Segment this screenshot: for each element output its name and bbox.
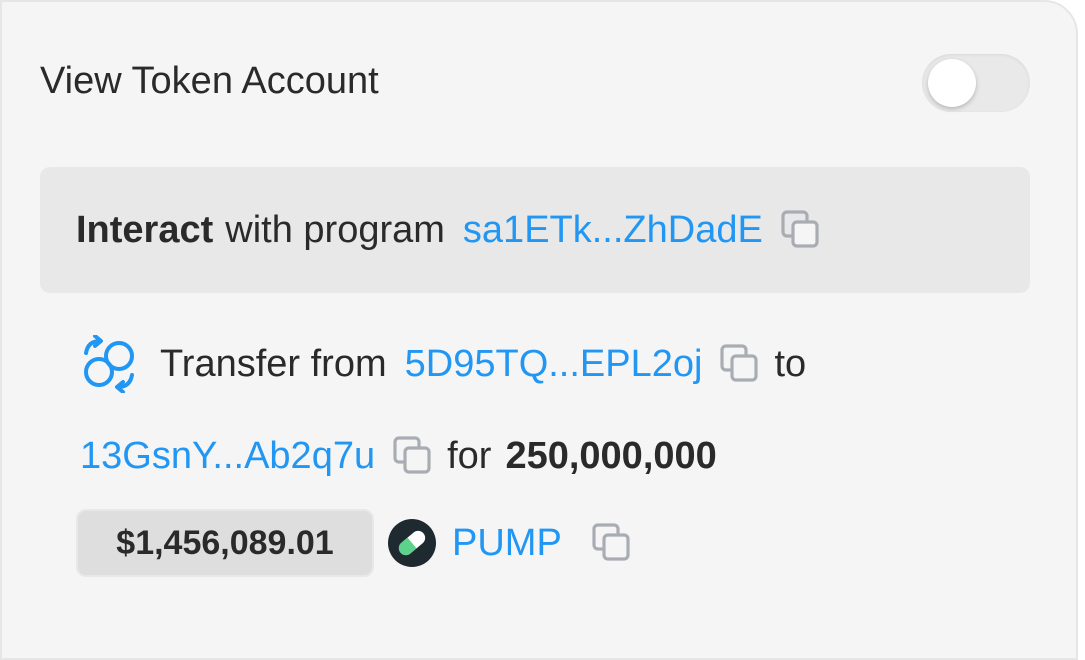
to-label: to [774, 342, 807, 385]
token-value-row: $1,456,089.01 PUMP [76, 509, 634, 577]
token-account-card: View Token Account Interact with program… [0, 0, 1078, 660]
transfer-from-label: Transfer from [160, 342, 387, 385]
copy-icon[interactable] [391, 434, 435, 478]
transfer-destination-row: 13GsnY...Ab2q7u for 250,000,000 [80, 430, 717, 482]
copy-icon[interactable] [779, 208, 823, 252]
interact-label: Interact [76, 208, 214, 251]
from-address-link[interactable]: 5D95TQ...EPL2oj [405, 343, 703, 386]
token-symbol-link[interactable]: PUMP [452, 522, 562, 565]
transfer-row: Transfer from 5D95TQ...EPL2oj to [80, 335, 807, 393]
transfer-icon [84, 335, 134, 393]
transfer-amount: 250,000,000 [505, 434, 717, 477]
program-address-link[interactable]: sa1ETk...ZhDadE [463, 209, 763, 252]
interact-instruction-box: Interact with program sa1ETk...ZhDadE [40, 167, 1030, 293]
view-token-account-toggle[interactable] [922, 54, 1030, 112]
pump-pill-icon [388, 519, 436, 567]
copy-icon[interactable] [590, 521, 634, 565]
toggle-knob[interactable] [928, 59, 976, 107]
card-title: View Token Account [40, 60, 379, 102]
for-label: for [447, 434, 492, 477]
to-address-link[interactable]: 13GsnY...Ab2q7u [80, 435, 375, 478]
copy-icon[interactable] [718, 342, 762, 386]
usd-value-badge: $1,456,089.01 [76, 509, 374, 577]
with-program-text: with program [225, 208, 445, 251]
